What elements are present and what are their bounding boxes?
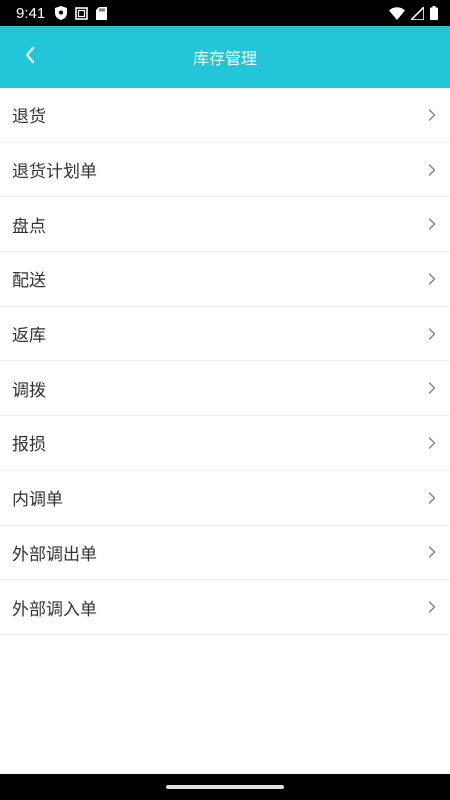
menu-item-label: 内调单 xyxy=(12,490,63,511)
menu-item-label: 调拨 xyxy=(12,380,46,401)
chevron-left-icon xyxy=(24,46,36,68)
menu-item-external-transfer-in[interactable]: 外部调入单 xyxy=(0,580,450,635)
chevron-right-icon xyxy=(428,163,436,177)
chevron-right-icon xyxy=(428,217,436,231)
menu-item-label: 报损 xyxy=(12,435,46,456)
signal-icon xyxy=(411,6,424,20)
app-bar: 库存管理 xyxy=(0,26,450,88)
chevron-right-icon xyxy=(428,545,436,559)
status-right xyxy=(389,6,438,20)
menu-item-label: 盘点 xyxy=(12,216,46,237)
chevron-right-icon xyxy=(428,491,436,505)
battery-icon xyxy=(430,6,438,20)
status-bar: 9:41 xyxy=(0,0,450,26)
chevron-right-icon xyxy=(428,272,436,286)
square-icon xyxy=(75,6,89,20)
status-time: 9:41 xyxy=(16,4,46,22)
menu-item-external-transfer-out[interactable]: 外部调出单 xyxy=(0,526,450,581)
chevron-right-icon xyxy=(428,436,436,450)
menu-item-label: 外部调入单 xyxy=(12,599,97,620)
wifi-icon xyxy=(389,6,405,20)
shield-icon xyxy=(55,6,68,20)
chevron-right-icon xyxy=(428,108,436,122)
menu-item-label: 返库 xyxy=(12,326,46,347)
status-left: 9:41 xyxy=(16,4,108,22)
chevron-right-icon xyxy=(428,600,436,614)
menu-item-internal-transfer[interactable]: 内调单 xyxy=(0,471,450,526)
menu-item-return-to-warehouse[interactable]: 返库 xyxy=(0,307,450,362)
menu-list: 退货 退货计划单 盘点 配送 返库 调拨 报损 内调单 外部调出单 外部调入单 xyxy=(0,88,450,635)
sd-card-icon xyxy=(96,6,108,20)
menu-item-label: 退货计划单 xyxy=(12,162,97,183)
chevron-right-icon xyxy=(428,381,436,395)
chevron-right-icon xyxy=(428,327,436,341)
menu-item-delivery[interactable]: 配送 xyxy=(0,252,450,307)
menu-item-return-plan[interactable]: 退货计划单 xyxy=(0,143,450,198)
menu-item-return[interactable]: 退货 xyxy=(0,88,450,143)
back-button[interactable] xyxy=(10,37,50,77)
menu-item-label: 退货 xyxy=(12,107,46,128)
menu-item-stocktake[interactable]: 盘点 xyxy=(0,197,450,253)
navigation-bar xyxy=(0,774,450,800)
home-indicator[interactable] xyxy=(166,785,284,789)
menu-item-label: 配送 xyxy=(12,271,46,292)
menu-item-label: 外部调出单 xyxy=(12,544,97,565)
page-title: 库存管理 xyxy=(192,49,257,68)
menu-item-transfer[interactable]: 调拨 xyxy=(0,361,450,417)
menu-item-loss-report[interactable]: 报损 xyxy=(0,416,450,471)
